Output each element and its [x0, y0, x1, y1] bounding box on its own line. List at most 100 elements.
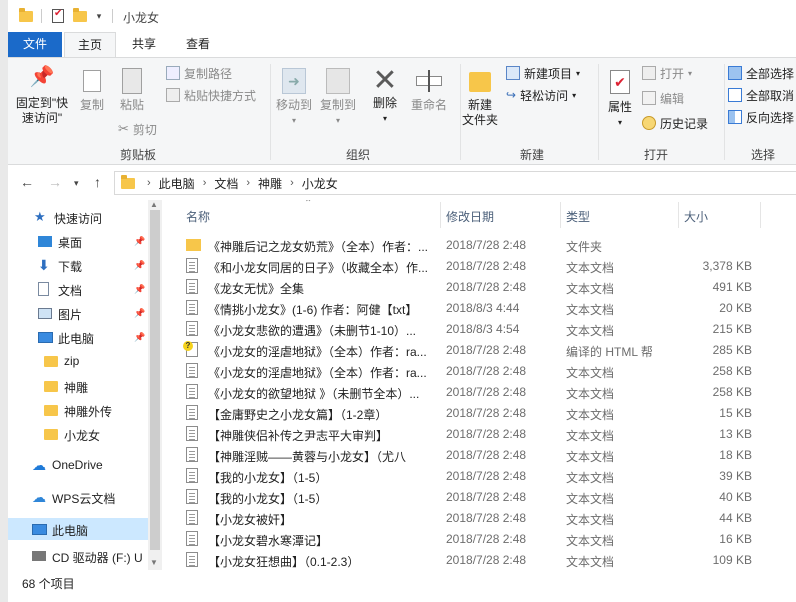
column-header-size[interactable]: 大小 [684, 208, 708, 225]
pin-icon[interactable]: 📌 [134, 284, 145, 295]
back-arrow-icon[interactable]: ← [20, 174, 34, 190]
nav-item[interactable]: 文档 📌 [8, 278, 148, 300]
select-none-button[interactable]: 全部取消 [728, 86, 794, 104]
easy-access-button[interactable]: ↪ 轻松访问 ▾ [506, 86, 576, 104]
pin-icon[interactable]: 📌 [134, 308, 145, 319]
file-name: 《小龙女的淫虐地狱》（全本）作者：ra... [208, 366, 427, 380]
file-row[interactable]: 【我的小龙女】（1-5） 2018/7/28 2:48 文本文档 39 KB [180, 465, 760, 486]
pin-icon[interactable]: 📌 [134, 236, 145, 247]
open-group-label: 打开 [643, 148, 668, 162]
invert-selection-button[interactable]: 反向选择 [728, 108, 794, 126]
breadcrumb-separator-icon[interactable]: › [290, 177, 294, 189]
tab-share[interactable]: 共享 [118, 32, 170, 57]
copy-button[interactable]: 复制 [74, 70, 110, 113]
file-size: 3,378 KB [702, 259, 752, 273]
nav-item[interactable]: 图片 📌 [8, 302, 148, 324]
cut-button[interactable]: ✂ 剪切 [118, 120, 157, 138]
pin-quick-access-button[interactable]: 📌 固定到"快 速访问" [12, 67, 72, 126]
nav-scroll-thumb[interactable] [150, 210, 160, 550]
column-header-date[interactable]: 修改日期 [446, 208, 494, 225]
text-file-icon [186, 300, 198, 315]
file-row[interactable]: 《小龙女的淫虐地狱》（全本）作者：ra... 2018/7/28 2:48 文本文档… [180, 360, 760, 381]
file-row[interactable]: 【小龙女碧水寒潭记】 2018/7/28 2:48 文本文档 16 KB [180, 528, 760, 549]
nav-item[interactable]: 桌面 📌 [8, 230, 148, 252]
new-item-button[interactable]: 新建项目 ▾ [506, 64, 580, 82]
folder-icon [44, 404, 58, 416]
properties-button[interactable]: ✔ 属性 ▾ [602, 68, 638, 130]
pin-icon[interactable]: 📌 [134, 332, 145, 343]
file-row[interactable]: 【金庸野史之小龙女篇】（1-2章） 2018/7/28 2:48 文本文档 15 KB [180, 402, 760, 423]
move-to-button[interactable]: ➜ 移动到 ▾ [274, 68, 314, 128]
breadcrumb-xiaolongnv[interactable]: 小龙女 [302, 175, 338, 192]
nav-item[interactable]: zip [8, 350, 148, 372]
file-type: 文本文档 [566, 282, 615, 296]
edit-button[interactable]: 编辑 [642, 89, 684, 107]
up-arrow-icon[interactable]: ↑ [94, 174, 101, 190]
breadcrumb-separator-icon[interactable]: › [203, 177, 207, 189]
nav-item[interactable]: 神雕 [8, 375, 148, 397]
copy-to-button[interactable]: 复制到 ▾ [318, 68, 358, 128]
breadcrumb-separator-icon[interactable]: › [147, 177, 151, 189]
copy-path-button[interactable]: 复制路径 [166, 64, 232, 82]
tab-home[interactable]: 主页 [64, 32, 116, 58]
file-row[interactable]: 【小龙女被奸】 2018/7/28 2:48 文本文档 44 KB [180, 507, 760, 528]
navigation-pane: ★ 快速访问 桌面 📌 ⬇ 下载 📌 文档 📌 图片 📌 此电脑 📌 zip 神雕 神雕外传 小龙女 ☁ OneDr… [8, 200, 148, 570]
tab-file[interactable]: 文件 [8, 32, 62, 57]
file-row[interactable]: 《龙女无忧》全集 2018/7/28 2:48 文本文档 491 KB [180, 276, 760, 297]
forward-arrow-icon[interactable]: → [48, 174, 62, 190]
nav-pane-scrollbar[interactable]: ▲ ▼ [148, 200, 162, 570]
paste-button[interactable]: 粘贴 [114, 68, 150, 113]
nav-item[interactable]: CD 驱动器 (F:) U [8, 545, 148, 567]
new-folder-button[interactable]: 新建 文件夹 [460, 68, 500, 128]
recent-locations-chevron-icon[interactable]: ▾ [74, 178, 79, 189]
help-file-icon [183, 341, 198, 357]
file-row[interactable]: 【神雕淫贼——黄蓉与小龙女】（尤八 2018/7/28 2:48 文本文档 18 KB [180, 444, 760, 465]
nav-item[interactable]: ⬇ 下载 📌 [8, 254, 148, 276]
nav-item[interactable]: 小龙女 [8, 423, 148, 445]
file-row[interactable]: 《小龙女的淫虐地狱》（全本）作者：ra... 2018/7/28 2:48 编译的 … [180, 339, 760, 360]
file-row[interactable]: 【我的小龙女】（1-5） 2018/7/28 2:48 文本文档 40 KB [180, 486, 760, 507]
nav-item[interactable]: 神雕外传 [8, 399, 148, 421]
column-header-type[interactable]: 类型 [566, 208, 590, 225]
nav-item[interactable]: 此电脑 [8, 518, 148, 540]
column-header-name[interactable]: 名称 [186, 208, 210, 225]
open-button[interactable]: 打开 ▾ [642, 64, 692, 82]
file-row[interactable]: 《情挑小龙女》(1-6) 作者：阿健【txt】 2018/8/3 4:44 文本文档… [180, 297, 760, 318]
nav-item-label: OneDrive [52, 458, 103, 472]
history-button[interactable]: 历史记录 [642, 114, 708, 132]
tab-view[interactable]: 查看 [172, 32, 224, 57]
breadcrumb-documents[interactable]: 文档 [214, 175, 238, 192]
pin-icon[interactable]: 📌 [134, 260, 145, 271]
select-all-button[interactable]: 全部选择 [728, 64, 794, 82]
file-date: 2018/8/3 4:54 [446, 322, 520, 336]
delete-button[interactable]: ✕ 删除 ▾ [368, 66, 402, 126]
breadcrumb-this-pc[interactable]: 此电脑 [159, 175, 195, 192]
customize-toolbar-icon[interactable]: ▾ [94, 7, 104, 25]
breadcrumb-shendiao[interactable]: 神雕 [258, 175, 282, 192]
file-row[interactable]: 《小龙女的欲望地狱 》（未删节全本）... 2018/7/28 2:48 文本文档 2… [180, 381, 760, 402]
address-bar[interactable]: › 此电脑 › 文档 › 神雕 › 小龙女 [114, 171, 796, 195]
file-name: 【神雕侠侣补传之尹志平大审判】 [208, 429, 389, 443]
text-file-icon [186, 531, 198, 546]
file-row[interactable]: 【神雕侠侣补传之尹志平大审判】 2018/7/28 2:48 文本文档 13 KB [180, 423, 760, 444]
file-row[interactable]: 《小龙女悲欲的遭遇》（未删节1-10）... 2018/8/3 4:54 文本文档 2… [180, 318, 760, 339]
properties-quick-icon[interactable] [50, 7, 66, 25]
rename-button[interactable]: 重命名 [408, 68, 450, 113]
nav-item[interactable]: ☁ OneDrive [8, 454, 148, 476]
folder-icon [44, 380, 58, 392]
file-row[interactable]: 《神雕后记之龙女奶荒》（全本）作者：... 2018/7/28 2:48 文件夹 [180, 234, 760, 255]
file-row[interactable]: 《和小龙女同居的日子》（收藏全本）作... 2018/7/28 2:48 文本文档 3… [180, 255, 760, 276]
delete-x-icon: ✕ [372, 64, 398, 97]
folder-icon [18, 7, 34, 25]
paste-shortcut-button[interactable]: 粘贴快捷方式 [166, 86, 256, 104]
window-title: 小龙女 [123, 11, 160, 25]
file-row[interactable]: 【小龙女狂想曲】（0.1-2.3） 2018/7/28 2:48 文本文档 109 K… [180, 549, 760, 570]
new-folder-quick-icon[interactable] [72, 7, 88, 25]
nav-item[interactable]: 此电脑 📌 [8, 326, 148, 348]
scroll-up-icon[interactable]: ▲ [150, 200, 158, 209]
nav-item[interactable]: ☁ WPS云文档 [8, 486, 148, 508]
file-name: 《小龙女的淫虐地狱》（全本）作者：ra... [208, 345, 427, 359]
scroll-down-icon[interactable]: ▼ [150, 558, 158, 567]
nav-item[interactable]: ★ 快速访问 [8, 206, 148, 228]
breadcrumb-separator-icon[interactable]: › [246, 177, 250, 189]
